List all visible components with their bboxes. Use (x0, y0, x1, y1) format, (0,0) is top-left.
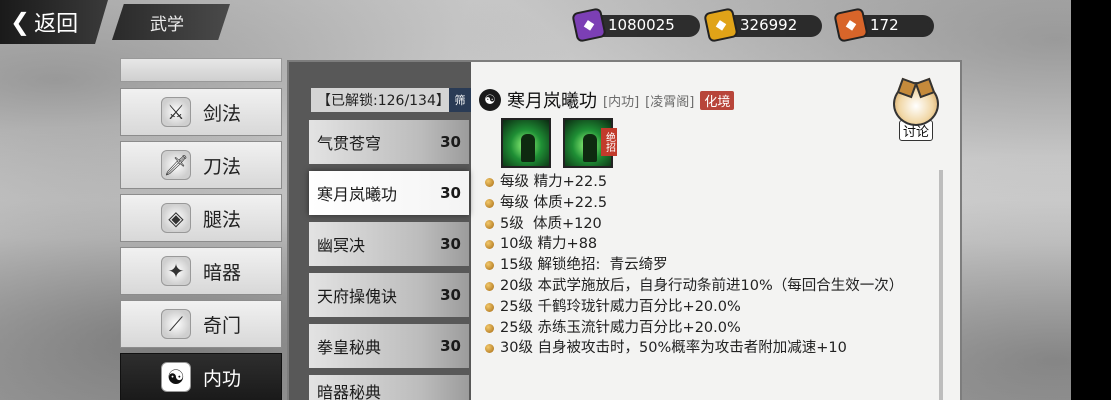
bullet-icon (485, 261, 494, 271)
bullet-icon (485, 240, 494, 250)
nav-item-internal[interactable]: ☯ 内功 (120, 353, 282, 400)
resource-value: 326992 (740, 16, 798, 34)
bullet-icon (485, 198, 494, 208)
effect-line: 25级 千鹤玲珑针威力百分比+20.0% (485, 297, 935, 318)
effect-list: 每级 精力+22.5 每级 体质+22.5 5级 体质+120 10级 精力+8… (485, 172, 935, 359)
skill-header: ☯ 寒月岚曦功 [内功] [凌霄阁] 化境 (479, 88, 959, 112)
filter-button[interactable]: 筛 (449, 88, 471, 112)
bullet-icon (485, 302, 494, 312)
skill-level: 30 (440, 337, 461, 355)
effect-line: 25级 赤练玉流针威力百分比+20.0% (485, 318, 935, 339)
skill-name: 拳皇秘典 (317, 338, 382, 357)
skill-level: 30 (440, 184, 461, 202)
figure-icon (583, 134, 597, 162)
effect-text: 5级 体质+120 (500, 215, 602, 232)
effect-line: 30级 自身被攻击时，50%概率为攻击者附加减速+10 (485, 338, 935, 359)
effect-text: 15级 解锁绝招: 青云绮罗 (500, 257, 668, 274)
effect-text: 10级 精力+88 (500, 236, 598, 253)
effect-text: 每级 精力+22.5 (500, 174, 608, 190)
internal-art-icon: ☯ (479, 89, 501, 111)
move-icon[interactable] (501, 118, 551, 168)
shuriken-icon: ✦ (161, 256, 191, 286)
nav-item-strange[interactable]: ⟋ 奇门 (120, 300, 282, 348)
skill-type-tag: [内功] (603, 94, 640, 110)
discuss-button[interactable]: 讨论 (888, 82, 944, 142)
effect-line: 20级 本武学施放后，自身行动条前进10%（每回合生效一次） (485, 276, 935, 297)
orange-token-icon: ◆ (833, 7, 869, 43)
skill-name: 暗器秘典 (317, 383, 382, 400)
skill-detail: ☯ 寒月岚曦功 [内功] [凌霄阁] 化境 绝招 每级 精力+22.5 每级 体… (479, 88, 959, 400)
skill-level: 30 (440, 133, 461, 151)
skill-name: 寒月岚曦功 (317, 185, 398, 204)
skill-item[interactable]: 气贯苍穹 30 (309, 120, 469, 164)
page-title: 武学 (112, 4, 230, 40)
effect-text: 30级 自身被攻击时，50%概率为攻击者附加减速+10 (500, 340, 847, 357)
ultimate-badge: 绝招 (601, 128, 617, 156)
purple-token-icon: ◆ (571, 7, 607, 43)
skill-level: 30 (440, 235, 461, 253)
strange-weapon-icon: ⟋ (161, 309, 191, 339)
nav-item-label: 奇门 (203, 314, 242, 337)
kick-icon: ◈ (161, 203, 191, 233)
nav-item-blade[interactable]: 🗡 刀法 (120, 141, 282, 189)
effect-line: 10级 精力+88 (485, 234, 935, 255)
sword-icon: ⚔ (161, 97, 191, 127)
effect-text: 每级 体质+22.5 (500, 194, 608, 211)
screen-edge (1071, 0, 1111, 400)
skill-item[interactable]: 暗器秘典 (309, 375, 469, 400)
main-panel: 【已解锁:126/134】 筛 气贯苍穹 30 寒月岚曦功 30 幽冥决 30 … (287, 60, 962, 400)
bullet-icon (485, 281, 494, 291)
nav-item-kick[interactable]: ◈ 腿法 (120, 194, 282, 242)
resource-value: 1080025 (608, 16, 675, 34)
gold-token-icon: ◆ (703, 7, 739, 43)
skill-item[interactable]: 拳皇秘典 30 (309, 324, 469, 368)
nav-item-label: 腿法 (203, 208, 242, 231)
effect-line: 5级 体质+120 (485, 214, 935, 235)
effect-text: 25级 千鹤玲珑针威力百分比+20.0% (500, 298, 741, 315)
effect-text: 20级 本武学施放后，自身行动条前进10%（每回合生效一次） (500, 277, 904, 294)
detail-scrollbar[interactable] (939, 170, 943, 400)
bullet-icon (485, 344, 494, 354)
bullet-icon (485, 323, 494, 333)
nav-scroll-stub[interactable] (120, 58, 282, 82)
effect-line: 每级 体质+22.5 (485, 193, 935, 214)
realm-badge: 化境 (700, 90, 735, 110)
effect-line: 15级 解锁绝招: 青云绮罗 (485, 255, 935, 276)
resource-orange[interactable]: ◆ 172 (833, 7, 936, 43)
nav-item-label: 内功 (203, 367, 242, 390)
figure-icon (521, 134, 535, 162)
skill-sect-tag: [凌霄阁] (645, 94, 695, 110)
skill-level: 30 (440, 286, 461, 304)
chevron-left-icon: ❮ (10, 8, 31, 36)
ultimate-move-icon[interactable]: 绝招 (563, 118, 617, 168)
category-nav: ⚔ 剑法 🗡 刀法 ◈ 腿法 ✦ 暗器 ⟋ 奇门 ☯ 内功 (120, 58, 282, 400)
skill-title: 寒月岚曦功 (507, 91, 597, 112)
nav-item-label: 暗器 (203, 261, 242, 284)
back-button[interactable]: ❮ 返回 (0, 0, 108, 44)
move-icons: 绝招 (501, 118, 617, 168)
bullet-icon (485, 178, 494, 187)
nav-item-label: 刀法 (203, 155, 242, 178)
effect-text: 25级 赤练玉流针威力百分比+20.0% (500, 319, 741, 336)
skill-item[interactable]: 天府操傀诀 30 (309, 273, 469, 317)
skill-name: 天府操傀诀 (317, 287, 398, 306)
skill-item[interactable]: 幽冥决 30 (309, 222, 469, 266)
skill-list: 【已解锁:126/134】 筛 气贯苍穹 30 寒月岚曦功 30 幽冥决 30 … (289, 62, 471, 400)
unlock-count: 【已解锁:126/134】 (311, 88, 471, 112)
shiba-dog-icon (893, 82, 939, 126)
skill-name: 幽冥决 (317, 236, 366, 255)
resource-value: 172 (870, 16, 899, 34)
nav-item-hidden-weapon[interactable]: ✦ 暗器 (120, 247, 282, 295)
skill-name: 气贯苍穹 (317, 134, 382, 153)
skill-item-selected[interactable]: 寒月岚曦功 30 (309, 171, 469, 215)
nav-item-sword[interactable]: ⚔ 剑法 (120, 88, 282, 136)
resource-purple[interactable]: ◆ 1080025 (571, 7, 702, 43)
effect-line: 每级 精力+22.5 (485, 172, 935, 193)
resource-gold[interactable]: ◆ 326992 (703, 7, 824, 43)
back-label: 返回 (34, 12, 79, 37)
bullet-icon (485, 219, 494, 229)
meditation-icon: ☯ (161, 362, 191, 392)
nav-item-label: 剑法 (203, 102, 242, 125)
blade-icon: 🗡 (161, 150, 191, 180)
